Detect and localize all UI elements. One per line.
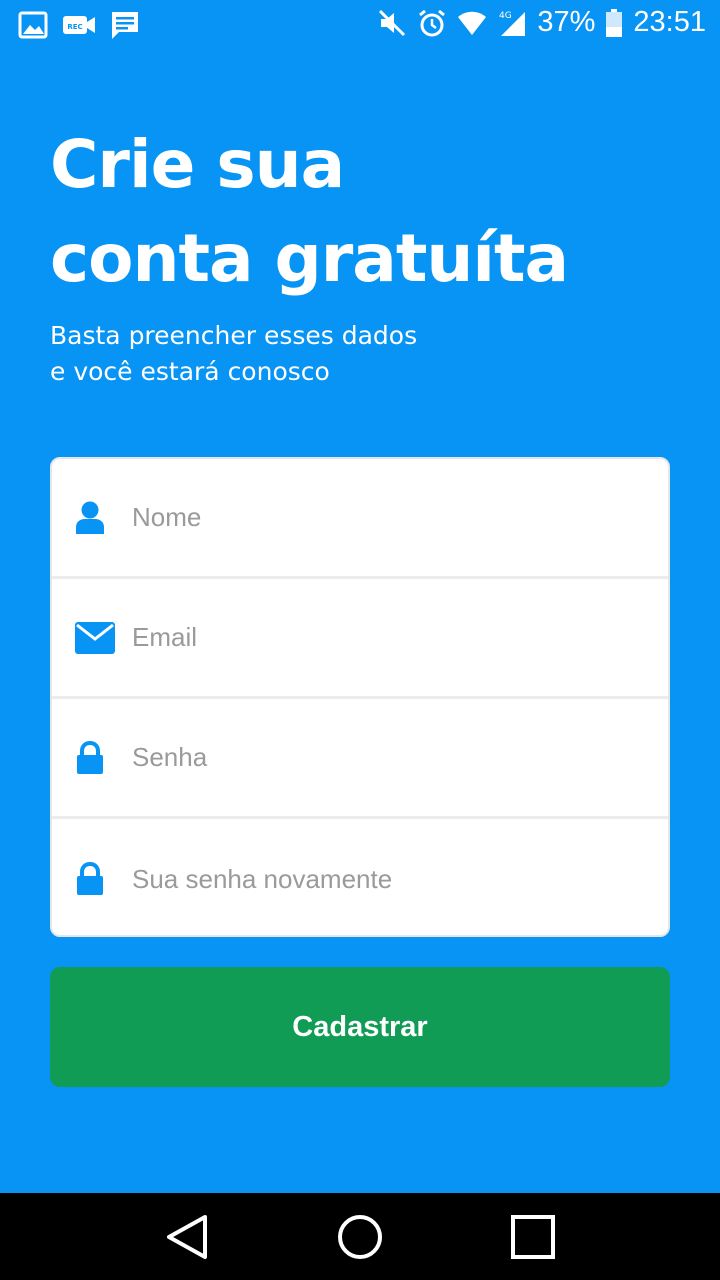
alarm-icon xyxy=(419,9,446,36)
user-icon xyxy=(74,500,106,536)
recents-icon xyxy=(511,1214,556,1259)
clock-time: 23:51 xyxy=(633,6,706,38)
name-field xyxy=(52,459,668,579)
status-right-icons: 4G 37% 23:51 xyxy=(377,6,706,39)
name-input[interactable] xyxy=(132,459,652,576)
gallery-icon xyxy=(18,11,48,39)
recents-button[interactable] xyxy=(508,1212,558,1262)
title-line-2: conta gratuíta xyxy=(50,220,569,297)
signup-form xyxy=(50,457,670,937)
rec-video-icon: REC xyxy=(63,16,95,34)
password-field xyxy=(52,699,668,819)
email-input[interactable] xyxy=(132,579,652,696)
lock-icon xyxy=(74,740,106,776)
home-button[interactable] xyxy=(335,1212,385,1262)
lock-icon xyxy=(74,861,106,897)
subtitle-line-1: Basta preencher esses dados xyxy=(50,321,418,350)
mail-icon xyxy=(74,620,116,656)
back-button[interactable] xyxy=(162,1212,212,1262)
password-input[interactable] xyxy=(132,699,652,816)
battery-percent: 37% xyxy=(537,6,596,38)
svg-text:REC: REC xyxy=(67,23,82,31)
status-left-icons: REC xyxy=(18,10,140,40)
status-bar: REC 4G 37% 23:51 xyxy=(0,0,720,50)
email-field xyxy=(52,579,668,699)
subtitle-line-2: e você estará conosco xyxy=(50,357,330,386)
page-subtitle: Basta preencher esses dados e você estar… xyxy=(50,318,650,390)
svg-text:4G: 4G xyxy=(499,11,512,21)
title-line-1: Crie sua xyxy=(50,126,345,203)
cadastrar-button[interactable]: Cadastrar xyxy=(50,967,670,1087)
mute-icon xyxy=(379,9,406,36)
page-title: Crie sua conta gratuíta xyxy=(50,118,690,306)
message-icon xyxy=(112,12,138,39)
system-nav-bar xyxy=(0,1193,720,1280)
battery-icon xyxy=(606,8,623,37)
wifi-icon xyxy=(458,11,487,35)
confirm-password-field xyxy=(52,819,668,935)
back-icon xyxy=(166,1214,207,1259)
confirm-password-input[interactable] xyxy=(132,819,652,935)
home-icon xyxy=(337,1214,382,1259)
signup-screen: REC 4G 37% 23:51 Crie sua conta gratuíta… xyxy=(0,0,720,1280)
signal-4g-icon: 4G xyxy=(499,11,526,36)
